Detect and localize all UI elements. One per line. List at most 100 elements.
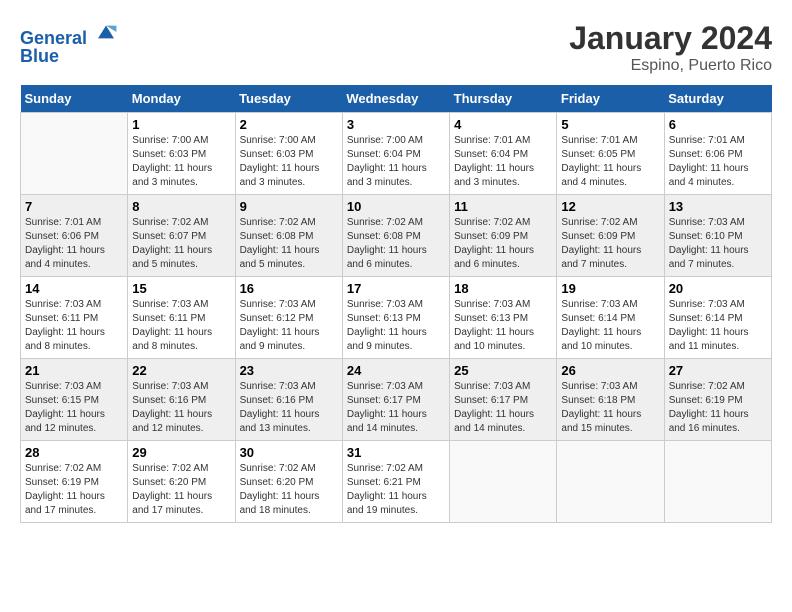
- calendar-cell: 21 Sunrise: 7:03 AM Sunset: 6:15 PM Dayli…: [21, 359, 128, 441]
- day-info: Sunrise: 7:03 AM Sunset: 6:14 PM Dayligh…: [561, 298, 659, 354]
- day-info: Sunrise: 7:03 AM Sunset: 6:16 PM Dayligh…: [240, 380, 338, 436]
- calendar-cell: 9 Sunrise: 7:02 AM Sunset: 6:08 PM Daylig…: [235, 195, 342, 277]
- day-info: Sunrise: 7:03 AM Sunset: 6:13 PM Dayligh…: [347, 298, 445, 354]
- calendar-cell: 11Sunrise: 7:02 AM Sunset: 6:09 PM Dayli…: [450, 195, 557, 277]
- day-info: Sunrise: 7:03 AM Sunset: 6:11 PM Dayligh…: [25, 298, 123, 354]
- calendar-cell: 13 Sunrise: 7:03 AM Sunset: 6:10 PM Dayli…: [664, 195, 771, 277]
- calendar-cell: 24 Sunrise: 7:03 AM Sunset: 6:17 PM Dayli…: [342, 359, 449, 441]
- day-info: Sunrise: 7:02 AM Sunset: 6:07 PM Dayligh…: [132, 216, 230, 272]
- day-info: Sunrise: 7:02 AM Sunset: 6:20 PM Dayligh…: [132, 462, 230, 518]
- day-number: 18: [454, 281, 552, 296]
- calendar-title: January 2024: [569, 20, 772, 57]
- calendar-week-row: 1 Sunrise: 7:00 AM Sunset: 6:03 PM Daylig…: [21, 113, 772, 195]
- calendar-header-row: Sunday Monday Tuesday Wednesday Thursday…: [21, 85, 772, 113]
- title-area: January 2024 Espino, Puerto Rico: [569, 20, 772, 75]
- day-info: Sunrise: 7:02 AM Sunset: 6:08 PM Dayligh…: [240, 216, 338, 272]
- day-info: Sunrise: 7:02 AM Sunset: 6:09 PM Dayligh…: [561, 216, 659, 272]
- calendar-cell: 25 Sunrise: 7:03 AM Sunset: 6:17 PM Dayli…: [450, 359, 557, 441]
- logo: General Blue: [20, 20, 118, 67]
- day-number: 10: [347, 199, 445, 214]
- day-info: Sunrise: 7:02 AM Sunset: 6:09 PM Dayligh…: [454, 216, 552, 272]
- day-info: Sunrise: 7:03 AM Sunset: 6:17 PM Dayligh…: [454, 380, 552, 436]
- day-info: Sunrise: 7:03 AM Sunset: 6:10 PM Dayligh…: [669, 216, 767, 272]
- day-info: Sunrise: 7:03 AM Sunset: 6:13 PM Dayligh…: [454, 298, 552, 354]
- day-number: 22: [132, 363, 230, 378]
- page-header: General Blue January 2024 Espino, Puerto…: [20, 20, 772, 75]
- day-number: 24: [347, 363, 445, 378]
- day-number: 27: [669, 363, 767, 378]
- header-thursday: Thursday: [450, 85, 557, 113]
- header-sunday: Sunday: [21, 85, 128, 113]
- day-number: 2: [240, 117, 338, 132]
- calendar-cell: 31 Sunrise: 7:02 AM Sunset: 6:21 PM Dayli…: [342, 441, 449, 523]
- calendar-cell: 19 Sunrise: 7:03 AM Sunset: 6:14 PM Dayli…: [557, 277, 664, 359]
- day-info: Sunrise: 7:02 AM Sunset: 6:08 PM Dayligh…: [347, 216, 445, 272]
- calendar-cell: 10 Sunrise: 7:02 AM Sunset: 6:08 PM Dayli…: [342, 195, 449, 277]
- calendar-cell: 17Sunrise: 7:03 AM Sunset: 6:13 PM Dayli…: [342, 277, 449, 359]
- day-number: 3: [347, 117, 445, 132]
- day-number: 8: [132, 199, 230, 214]
- day-info: Sunrise: 7:03 AM Sunset: 6:11 PM Dayligh…: [132, 298, 230, 354]
- day-number: 7: [25, 199, 123, 214]
- calendar-cell: 26 Sunrise: 7:03 AM Sunset: 6:18 PM Dayli…: [557, 359, 664, 441]
- day-info: Sunrise: 7:03 AM Sunset: 6:14 PM Dayligh…: [669, 298, 767, 354]
- calendar-cell: 14Sunrise: 7:03 AM Sunset: 6:11 PM Dayli…: [21, 277, 128, 359]
- header-saturday: Saturday: [664, 85, 771, 113]
- day-info: Sunrise: 7:02 AM Sunset: 6:21 PM Dayligh…: [347, 462, 445, 518]
- header-monday: Monday: [128, 85, 235, 113]
- logo-icon: [94, 20, 118, 44]
- day-info: Sunrise: 7:03 AM Sunset: 6:16 PM Dayligh…: [132, 380, 230, 436]
- day-number: 13: [669, 199, 767, 214]
- calendar-cell: [21, 113, 128, 195]
- day-number: 9: [240, 199, 338, 214]
- day-number: 16: [240, 281, 338, 296]
- calendar-week-row: 28Sunrise: 7:02 AM Sunset: 6:19 PM Dayli…: [21, 441, 772, 523]
- day-number: 31: [347, 445, 445, 460]
- calendar-subtitle: Espino, Puerto Rico: [569, 57, 772, 75]
- calendar-cell: 8 Sunrise: 7:02 AM Sunset: 6:07 PM Daylig…: [128, 195, 235, 277]
- day-info: Sunrise: 7:02 AM Sunset: 6:20 PM Dayligh…: [240, 462, 338, 518]
- day-info: Sunrise: 7:03 AM Sunset: 6:17 PM Dayligh…: [347, 380, 445, 436]
- day-info: Sunrise: 7:00 AM Sunset: 6:04 PM Dayligh…: [347, 134, 445, 190]
- day-info: Sunrise: 7:02 AM Sunset: 6:19 PM Dayligh…: [25, 462, 123, 518]
- calendar-cell: 30 Sunrise: 7:02 AM Sunset: 6:20 PM Dayli…: [235, 441, 342, 523]
- day-info: Sunrise: 7:01 AM Sunset: 6:05 PM Dayligh…: [561, 134, 659, 190]
- day-number: 23: [240, 363, 338, 378]
- day-number: 19: [561, 281, 659, 296]
- calendar-cell: 18 Sunrise: 7:03 AM Sunset: 6:13 PM Dayli…: [450, 277, 557, 359]
- header-wednesday: Wednesday: [342, 85, 449, 113]
- calendar-cell: 4Sunrise: 7:01 AM Sunset: 6:04 PM Daylig…: [450, 113, 557, 195]
- calendar-week-row: 21 Sunrise: 7:03 AM Sunset: 6:15 PM Dayli…: [21, 359, 772, 441]
- calendar-cell: 2 Sunrise: 7:00 AM Sunset: 6:03 PM Daylig…: [235, 113, 342, 195]
- day-number: 6: [669, 117, 767, 132]
- day-number: 26: [561, 363, 659, 378]
- calendar-week-row: 7Sunrise: 7:01 AM Sunset: 6:06 PM Daylig…: [21, 195, 772, 277]
- calendar-cell: 7Sunrise: 7:01 AM Sunset: 6:06 PM Daylig…: [21, 195, 128, 277]
- calendar-week-row: 14Sunrise: 7:03 AM Sunset: 6:11 PM Dayli…: [21, 277, 772, 359]
- calendar-cell: 12Sunrise: 7:02 AM Sunset: 6:09 PM Dayli…: [557, 195, 664, 277]
- calendar-cell: 3 Sunrise: 7:00 AM Sunset: 6:04 PM Daylig…: [342, 113, 449, 195]
- day-number: 29: [132, 445, 230, 460]
- day-number: 30: [240, 445, 338, 460]
- calendar-cell: 16 Sunrise: 7:03 AM Sunset: 6:12 PM Dayli…: [235, 277, 342, 359]
- day-info: Sunrise: 7:03 AM Sunset: 6:12 PM Dayligh…: [240, 298, 338, 354]
- day-info: Sunrise: 7:03 AM Sunset: 6:18 PM Dayligh…: [561, 380, 659, 436]
- day-number: 20: [669, 281, 767, 296]
- day-info: Sunrise: 7:03 AM Sunset: 6:15 PM Dayligh…: [25, 380, 123, 436]
- day-info: Sunrise: 7:00 AM Sunset: 6:03 PM Dayligh…: [240, 134, 338, 190]
- calendar-table: Sunday Monday Tuesday Wednesday Thursday…: [20, 85, 772, 523]
- calendar-cell: 5Sunrise: 7:01 AM Sunset: 6:05 PM Daylig…: [557, 113, 664, 195]
- day-info: Sunrise: 7:00 AM Sunset: 6:03 PM Dayligh…: [132, 134, 230, 190]
- calendar-cell: 23 Sunrise: 7:03 AM Sunset: 6:16 PM Dayli…: [235, 359, 342, 441]
- calendar-cell: [664, 441, 771, 523]
- calendar-cell: 22 Sunrise: 7:03 AM Sunset: 6:16 PM Dayli…: [128, 359, 235, 441]
- day-number: 25: [454, 363, 552, 378]
- calendar-cell: 20 Sunrise: 7:03 AM Sunset: 6:14 PM Dayli…: [664, 277, 771, 359]
- calendar-cell: 6Sunrise: 7:01 AM Sunset: 6:06 PM Daylig…: [664, 113, 771, 195]
- day-number: 21: [25, 363, 123, 378]
- calendar-cell: [557, 441, 664, 523]
- calendar-cell: 27Sunrise: 7:02 AM Sunset: 6:19 PM Dayli…: [664, 359, 771, 441]
- calendar-cell: 28Sunrise: 7:02 AM Sunset: 6:19 PM Dayli…: [21, 441, 128, 523]
- day-number: 1: [132, 117, 230, 132]
- day-number: 15: [132, 281, 230, 296]
